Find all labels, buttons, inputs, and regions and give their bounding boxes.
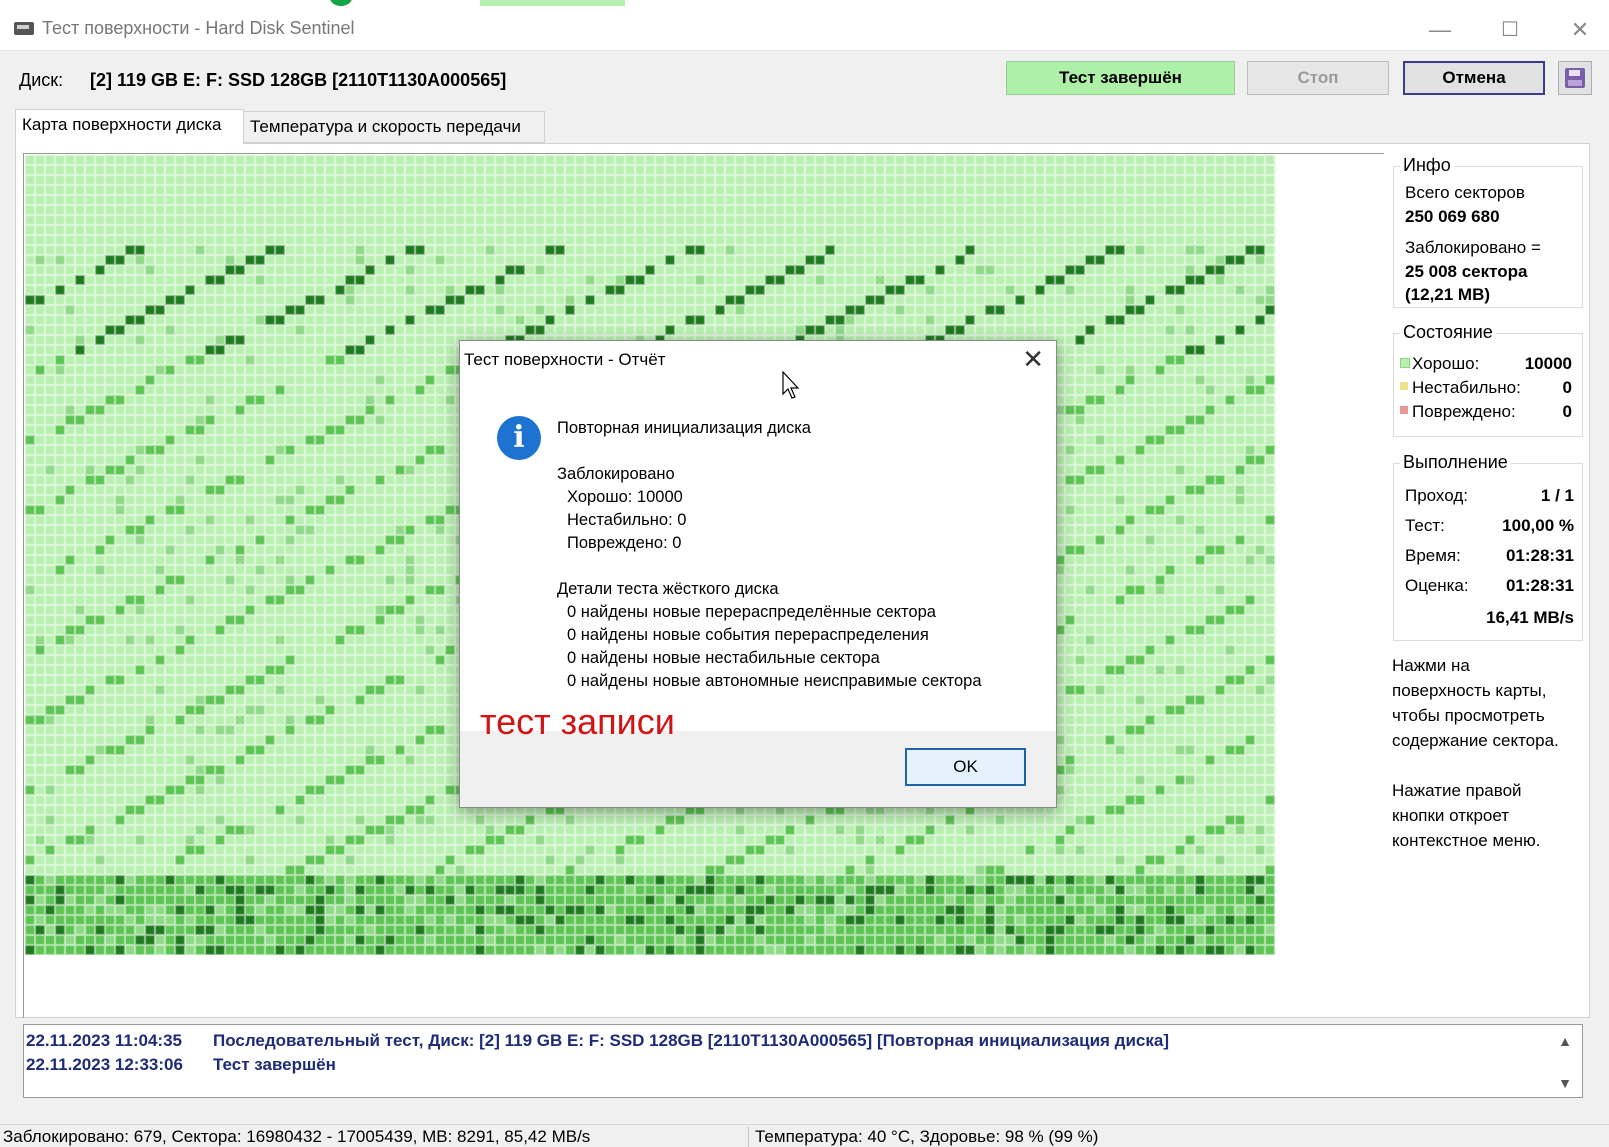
estimate-label: Оценка: bbox=[1405, 576, 1469, 595]
tab-surface-map[interactable]: Карта поверхности диска bbox=[15, 109, 244, 144]
state-group-title: Состояние bbox=[1400, 322, 1496, 343]
unstable-swatch-icon bbox=[1400, 382, 1408, 390]
dialog-details-title: Детали теста жёсткого диска bbox=[557, 580, 779, 598]
ok-button[interactable]: OK bbox=[905, 748, 1026, 786]
total-sectors-label: Всего секторов bbox=[1405, 183, 1525, 202]
state-unstable-value: 0 bbox=[1562, 378, 1572, 397]
title-bar: Тест поверхности - Hard Disk Sentinel — … bbox=[0, 6, 1609, 51]
cancel-button[interactable]: Отмена bbox=[1403, 61, 1545, 95]
scroll-up-icon[interactable]: ▲ bbox=[1558, 1033, 1572, 1049]
dialog-title: Тест поверхности - Отчёт bbox=[464, 350, 666, 369]
report-dialog: Тест поверхности - Отчёт ✕ i Повторная и… bbox=[459, 340, 1057, 808]
pass-value: 1 / 1 bbox=[1540, 486, 1574, 505]
blocked-mb: (12,21 MB) bbox=[1405, 285, 1491, 304]
damaged-swatch-icon bbox=[1400, 406, 1408, 414]
info-group: Инфо Всего секторов 250 069 680 Заблокир… bbox=[1393, 155, 1583, 308]
dialog-heading: Повторная инициализация диска bbox=[557, 419, 811, 437]
mouse-cursor-icon bbox=[782, 371, 800, 399]
hint-line: содержание сектора. bbox=[1392, 731, 1559, 750]
close-button[interactable]: ✕ bbox=[1550, 12, 1609, 48]
progress-group-title: Выполнение bbox=[1400, 452, 1511, 473]
log-time: 22.11.2023 12:33:06 bbox=[26, 1055, 183, 1074]
test-label: Тест: bbox=[1405, 516, 1445, 535]
dialog-damaged: Повреждено: 0 bbox=[567, 534, 682, 552]
stop-button[interactable]: Стоп bbox=[1247, 61, 1389, 95]
dialog-unstable: Нестабильно: 0 bbox=[567, 511, 687, 529]
dialog-detail: 0 найдены новые автономные неисправимые … bbox=[567, 672, 982, 690]
speed-value: 16,41 MB/s bbox=[1486, 608, 1574, 627]
hint-line: кнопки откроет bbox=[1392, 806, 1510, 825]
status-divider bbox=[748, 1127, 749, 1147]
disk-name: [2] 119 GB E: F: SSD 128GB [2110T1130A00… bbox=[90, 70, 507, 90]
log-entry: 22.11.2023 12:33:06 Тест завершён bbox=[26, 1055, 336, 1075]
floppy-disk-icon bbox=[1565, 68, 1585, 88]
state-unstable-label: Нестабильно: bbox=[1412, 378, 1521, 397]
state-good-label: Хорошо: bbox=[1412, 354, 1480, 373]
status-temperature: Температура: 40 °C, Здоровье: 98 % (99 %… bbox=[755, 1127, 1099, 1146]
hint-line: контекстное меню. bbox=[1392, 831, 1541, 850]
window-title: Тест поверхности - Hard Disk Sentinel bbox=[42, 18, 355, 38]
dialog-blocked-title: Заблокировано bbox=[557, 465, 675, 483]
dialog-good: Хорошо: 10000 bbox=[567, 488, 683, 506]
minimize-button[interactable]: — bbox=[1410, 12, 1470, 48]
log-text: Последовательный тест, Диск: [2] 119 GB … bbox=[213, 1031, 1169, 1050]
scroll-down-icon[interactable]: ▼ bbox=[1558, 1075, 1572, 1091]
save-button[interactable] bbox=[1558, 61, 1592, 95]
time-label: Время: bbox=[1405, 546, 1461, 565]
good-swatch-icon bbox=[1400, 358, 1410, 368]
disk-label: Диск: bbox=[19, 70, 64, 90]
pass-label: Проход: bbox=[1405, 486, 1468, 505]
test-value: 100,00 % bbox=[1502, 516, 1574, 535]
estimate-value: 01:28:31 bbox=[1505, 576, 1574, 595]
maximize-button[interactable]: ☐ bbox=[1480, 12, 1540, 48]
state-damaged-value: 0 bbox=[1562, 402, 1572, 421]
hint-line: чтобы просмотреть bbox=[1392, 706, 1545, 725]
state-good-value: 10000 bbox=[1524, 354, 1572, 373]
event-log[interactable]: 22.11.2023 11:04:35 Последовательный тест… bbox=[23, 1024, 1583, 1098]
total-sectors-value: 250 069 680 bbox=[1405, 207, 1500, 226]
progress-group: Выполнение Проход: 1 / 1 Тест: 100,00 % … bbox=[1393, 452, 1583, 641]
status-blocked: Заблокировано: 679, Сектора: 16980432 - … bbox=[3, 1127, 591, 1146]
state-damaged-label: Повреждено: bbox=[1412, 402, 1516, 421]
blocked-label: Заблокировано = bbox=[1405, 238, 1541, 257]
tab-temperature-speed[interactable]: Температура и скорость передачи bbox=[243, 111, 545, 143]
info-group-title: Инфо bbox=[1400, 155, 1454, 176]
time-value: 01:28:31 bbox=[1505, 546, 1574, 565]
blocked-value: 25 008 сектора bbox=[1405, 262, 1528, 281]
dialog-detail: 0 найдены новые события перераспределени… bbox=[567, 626, 929, 644]
status-bar: Заблокировано: 679, Сектора: 16980432 - … bbox=[0, 1124, 1609, 1147]
log-entry: 22.11.2023 11:04:35 Последовательный тест… bbox=[26, 1031, 1169, 1051]
dialog-detail: 0 найдены новые нестабильные сектора bbox=[567, 649, 880, 667]
dialog-detail: 0 найдены новые перераспределённые секто… bbox=[567, 603, 936, 621]
hint-line: поверхность карты, bbox=[1392, 681, 1547, 700]
dialog-close-icon[interactable]: ✕ bbox=[1022, 344, 1044, 375]
hint-line: Нажми на bbox=[1392, 656, 1470, 675]
log-text: Тест завершён bbox=[213, 1055, 336, 1074]
hdd-app-icon bbox=[14, 22, 34, 35]
state-group: Состояние Хорошо: 10000 Нестабильно: 0 П… bbox=[1393, 322, 1583, 437]
map-hint: Нажми на поверхность карты, чтобы просмо… bbox=[1392, 653, 1592, 753]
info-icon: i bbox=[497, 416, 541, 460]
log-time: 22.11.2023 11:04:35 bbox=[26, 1031, 182, 1050]
annotation-text: тест записи bbox=[480, 701, 675, 742]
context-menu-hint: Нажатие правой кнопки откроет контекстно… bbox=[1392, 778, 1592, 853]
hint-line: Нажатие правой bbox=[1392, 781, 1522, 800]
test-done-button[interactable]: Тест завершён bbox=[1006, 61, 1235, 95]
